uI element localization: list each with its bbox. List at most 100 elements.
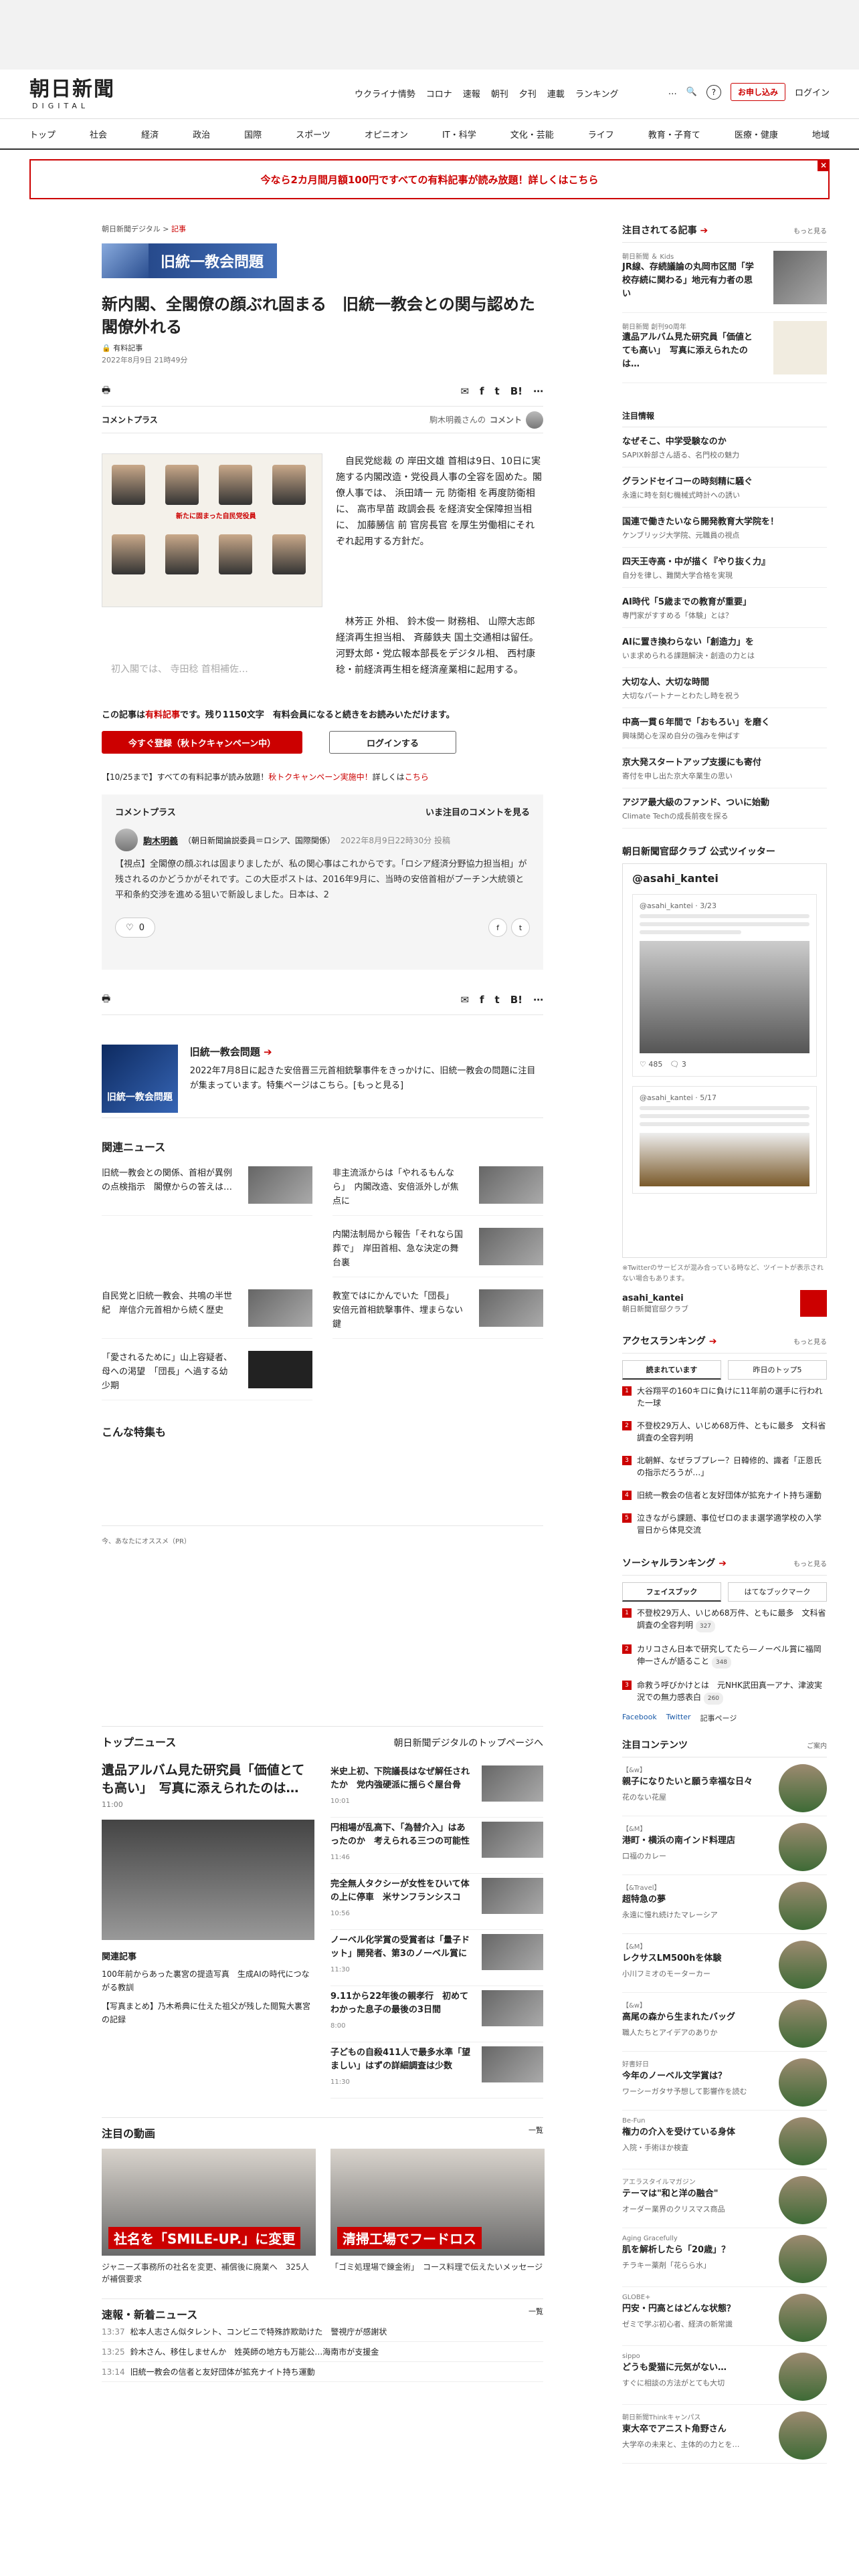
- tab-facebook[interactable]: フェイスブック: [622, 1582, 721, 1602]
- content-item[interactable]: 【&M】 レクサスLM500hを体験 小川フミオのモーターカー: [622, 1934, 827, 1993]
- list-item[interactable]: 「愛されるために」山上容疑者、母への渇望 「団長」へ過する幼少期: [102, 1351, 312, 1400]
- content-item[interactable]: 【&w】 親子になりたいと願う幸福な日々 花のない花屋: [622, 1757, 827, 1816]
- list-item[interactable]: 朝日新聞 ＆ Kids JR線、存続議論の丸岡市区間「学校存続に関わる」地元有力者…: [622, 243, 827, 313]
- feature-block[interactable]: 旧統一教会問題 旧統一教会問題 ➔ 2022年7月8日に起きた安倍晋三元首相銃撃…: [102, 1045, 543, 1118]
- ranking-more[interactable]: もっと見る: [793, 1336, 827, 1346]
- nav-series[interactable]: 連載: [547, 87, 565, 100]
- content-item[interactable]: sippo どうも愛猫に元気がない… すぐに相談の方法がとても大切: [622, 2346, 827, 2405]
- list-item[interactable]: 朝日新聞 創刊90周年 遺品アルバム見た研究員「価値とても高い」 写真に添えられた…: [622, 313, 827, 383]
- help-icon[interactable]: ?: [706, 84, 721, 100]
- facebook-link[interactable]: Facebook: [622, 1713, 657, 1723]
- ranking-item[interactable]: 3 命救う呼びかけとは 元NHK武田真一アナ、津波実況での無力感表白 260: [622, 1674, 827, 1710]
- videos-more[interactable]: 一覧: [529, 2125, 543, 2141]
- related-article[interactable]: 【写真まとめ】乃木希典に仕えた祖父が残した閲覧大裏宮の記録: [102, 2000, 314, 2026]
- commenter-link[interactable]: コメント: [490, 414, 522, 425]
- breaking-more[interactable]: 一覧: [529, 2306, 543, 2322]
- cat-opinion[interactable]: オピニオン: [365, 128, 408, 140]
- like-button[interactable]: ♡ 0: [115, 918, 155, 938]
- facebook-icon[interactable]: f: [488, 918, 507, 937]
- content-item[interactable]: 【&M】 港町・横浜の南インド料理店 口福のカレー: [622, 1816, 827, 1875]
- close-icon[interactable]: ×: [818, 159, 830, 171]
- cat-international[interactable]: 国際: [244, 128, 262, 140]
- top-page-link[interactable]: 朝日新聞デジタルのトップページへ: [394, 1736, 543, 1749]
- breadcrumb-section[interactable]: 記事: [171, 225, 186, 233]
- list-item[interactable]: 国連で働きたいなら開発教育大学院を！ ケンブリッジ大学院、元職員の視点: [622, 508, 827, 548]
- hatena-icon[interactable]: B!: [510, 994, 522, 1006]
- facebook-icon[interactable]: f: [480, 385, 484, 397]
- ranking-item[interactable]: 4 旧統一教会の信者と友好団体が拡充ナイト持ち運動: [622, 1484, 827, 1507]
- news-item[interactable]: 完全無人タクシーが女性をひいて体の上に停車 米サンフランシスコ 10:56: [330, 1874, 543, 1930]
- list-item[interactable]: 内閣法制局から報告「それなら国葬で」 岸田首相、急な決定の舞台裏: [332, 1228, 543, 1277]
- social-more[interactable]: もっと見る: [793, 1558, 827, 1568]
- facebook-icon[interactable]: f: [480, 994, 484, 1006]
- list-item[interactable]: 自民党と旧統一教会、共鳴の半世紀 岸信介元首相から続く歴史: [102, 1289, 312, 1339]
- list-item[interactable]: 中高一貫６年間で「おもろい」を磨く 興味関心を深め自分の強みを伸ばす: [622, 708, 827, 748]
- nav-corona[interactable]: コロナ: [426, 87, 452, 100]
- site-logo[interactable]: 朝日新聞 DIGITAL: [29, 79, 115, 111]
- news-item[interactable]: 9.11から22年後の親孝行 初めてわかった息子の最後の3日間 8:00: [330, 1986, 543, 2042]
- list-item[interactable]: AIに置き換わらない「創造力」を いま求められる課題解決・創造の力とは: [622, 628, 827, 668]
- list-item[interactable]: 非主流派からは「やれるもんなら」 内閣改造、安倍派外しが焦点に: [332, 1166, 543, 1216]
- cc-more[interactable]: ご案内: [807, 1740, 827, 1750]
- list-item[interactable]: 京大発スタートアップ支援にも寄付 寄付を申し出た京大卒業生の思い: [622, 748, 827, 788]
- register-button[interactable]: 今すぐ登録（秋トクキャンペーン中）: [102, 731, 302, 754]
- twitter-author[interactable]: asahi_kantei 朝日新聞官邸クラブ: [622, 1290, 827, 1317]
- article-photo[interactable]: 新たに固まった自民党役員: [102, 453, 322, 607]
- list-item[interactable]: グランドセイコーの時刻精に騒ぐ 永遠に時を刻む機械式時計への誘い: [622, 467, 827, 508]
- promo-banner[interactable]: 今なら2カ月間月額100円ですべての有料記事が読み放題！詳しくはこちら ×: [29, 159, 830, 199]
- cat-economy[interactable]: 経済: [141, 128, 159, 140]
- topic-banner[interactable]: 旧統一教会問題: [102, 243, 277, 278]
- list-item[interactable]: なぜそこ、中学受験なのか SAPIX幹部さん語る、名門校の魅力: [622, 427, 827, 467]
- search-icon[interactable]: 🔍: [686, 87, 697, 97]
- more-share-icon[interactable]: ⋯: [533, 994, 543, 1006]
- news-item[interactable]: 米史上初、下院議長はなぜ解任されたか 党内強硬派に揺らぐ屋台骨 10:01: [330, 1761, 543, 1818]
- subscribe-button[interactable]: お申し込み: [730, 83, 785, 101]
- ranking-item[interactable]: 2 カリコさん日本で研究してたら—ノーベル賞に福岡伸一さんが語ること 348: [622, 1638, 827, 1674]
- cat-health[interactable]: 医療・健康: [735, 128, 778, 140]
- login-button[interactable]: ログインする: [329, 731, 456, 754]
- list-item[interactable]: 教室ではにかんでいた「団長」 安倍元首相銃撃事件、埋まらない鍵: [332, 1289, 543, 1339]
- commenter-name[interactable]: 駒木明義: [143, 834, 178, 847]
- campaign-link[interactable]: こちら: [405, 772, 429, 782]
- nav-evening[interactable]: 夕刊: [519, 87, 537, 100]
- video-card[interactable]: 社名を「SMILE-UP.」に変更 ジャニーズ事務所の社名を変更、補償後に廃業へ…: [102, 2149, 316, 2285]
- news-item[interactable]: 円相場が乱高下、「為替介入」はあったのか 考えられる三つの可能性 11:46: [330, 1818, 543, 1874]
- list-item[interactable]: 13:25 鈴木さん、移住しませんか 姓英師の地方も万能公…海南市が支援金: [102, 2342, 543, 2362]
- tweet[interactable]: @asahi_kantei · 3/23 ♡ 485 🗨 3: [632, 894, 817, 1077]
- content-item[interactable]: Aging Gracefully 肌を解析したら「20歳」？ チラキー薬剤「花らら水…: [622, 2228, 827, 2287]
- list-item[interactable]: アジア最大級のファンド、ついに始動 Climate Techの成長前夜を探る: [622, 788, 827, 829]
- nav-ranking[interactable]: ランキング: [575, 87, 619, 100]
- tab-reading[interactable]: 読まれています: [622, 1360, 721, 1380]
- see-all-comments-link[interactable]: いま注目のコメントを見る: [425, 805, 530, 818]
- twitter-icon[interactable]: t: [495, 994, 500, 1006]
- ranking-item[interactable]: 1 不登校29万人、いじめ68万件、ともに最多 文科省調査の全容判明 327: [622, 1602, 827, 1638]
- ranking-item[interactable]: 5 泣きながら課題、事位ゼロのまま選学適学校の入学冒日から体見交流: [622, 1507, 827, 1541]
- twitter-embed[interactable]: @asahi_kantei @asahi_kantei · 3/23 ♡ 485…: [622, 863, 827, 1258]
- nav-breaking[interactable]: 速報: [463, 87, 480, 100]
- cat-top[interactable]: トップ: [29, 128, 56, 140]
- video-card[interactable]: 清掃工場でフードロス 「ゴミ処理場で錬金術」 コース料理で伝えたいメッセージ: [330, 2149, 545, 2285]
- content-item[interactable]: 好書好日 今年のノーベル文学賞は？ ワーシーガタサ予想して影響作を読む: [622, 2052, 827, 2111]
- content-item[interactable]: GLOBE+ 円安・円高とはどんな状態？ ゼミで学ぶ初心者、経済の新常識: [622, 2287, 827, 2346]
- ranking-item[interactable]: 2 不登校29万人、いじめ68万件、ともに最多 文科省調査の全容判明: [622, 1414, 827, 1449]
- list-item[interactable]: 四天王寺高・中が描く『やり抜く力』 自分を律し、難関大学合格を実現: [622, 548, 827, 588]
- twitter-icon[interactable]: t: [495, 385, 500, 397]
- cat-culture[interactable]: 文化・芸能: [510, 128, 554, 140]
- print-icon[interactable]: 🖶: [102, 992, 110, 1008]
- list-item[interactable]: 13:37 松本人志さん似タレント、コンビニで特殊詐欺助けた 警視庁が感謝状: [102, 2322, 543, 2342]
- breadcrumb-site[interactable]: 朝日新聞デジタル: [102, 225, 161, 233]
- cat-politics[interactable]: 政治: [193, 128, 210, 140]
- login-link[interactable]: ログイン: [795, 86, 830, 98]
- lead-image[interactable]: [102, 1820, 314, 1940]
- cat-education[interactable]: 教育・子育て: [648, 128, 700, 140]
- news-item[interactable]: 子どもの自殺411人で最多水準「望ましい」はずの詳細調査は少数 11:30: [330, 2042, 543, 2099]
- list-item[interactable]: 大切な人、大切な時間 大切なパートナーとわたし時を祝う: [622, 668, 827, 708]
- tab-yesterday[interactable]: 昨日のトップ5: [728, 1360, 827, 1380]
- list-item[interactable]: AI時代「5歳までの教育が重要」 専門家がすすめる「体験」とは？: [622, 588, 827, 628]
- more-share-icon[interactable]: ⋯: [533, 385, 543, 397]
- news-item[interactable]: ノーベル化学賞の受賞者は「量子ドット」開発者、第3のノーベル賞に 11:30: [330, 1930, 543, 1986]
- content-item[interactable]: 【&w】 高尾の森から生まれたバッグ 職人たちとアイデアのありか: [622, 1993, 827, 2052]
- ranking-item[interactable]: 3 北朝鮮、なぜラブプレー？日韓修的、識者「正恩氏の指示だろうが…」: [622, 1449, 827, 1484]
- attn-more[interactable]: もっと見る: [793, 225, 827, 235]
- hatena-icon[interactable]: B!: [510, 385, 522, 397]
